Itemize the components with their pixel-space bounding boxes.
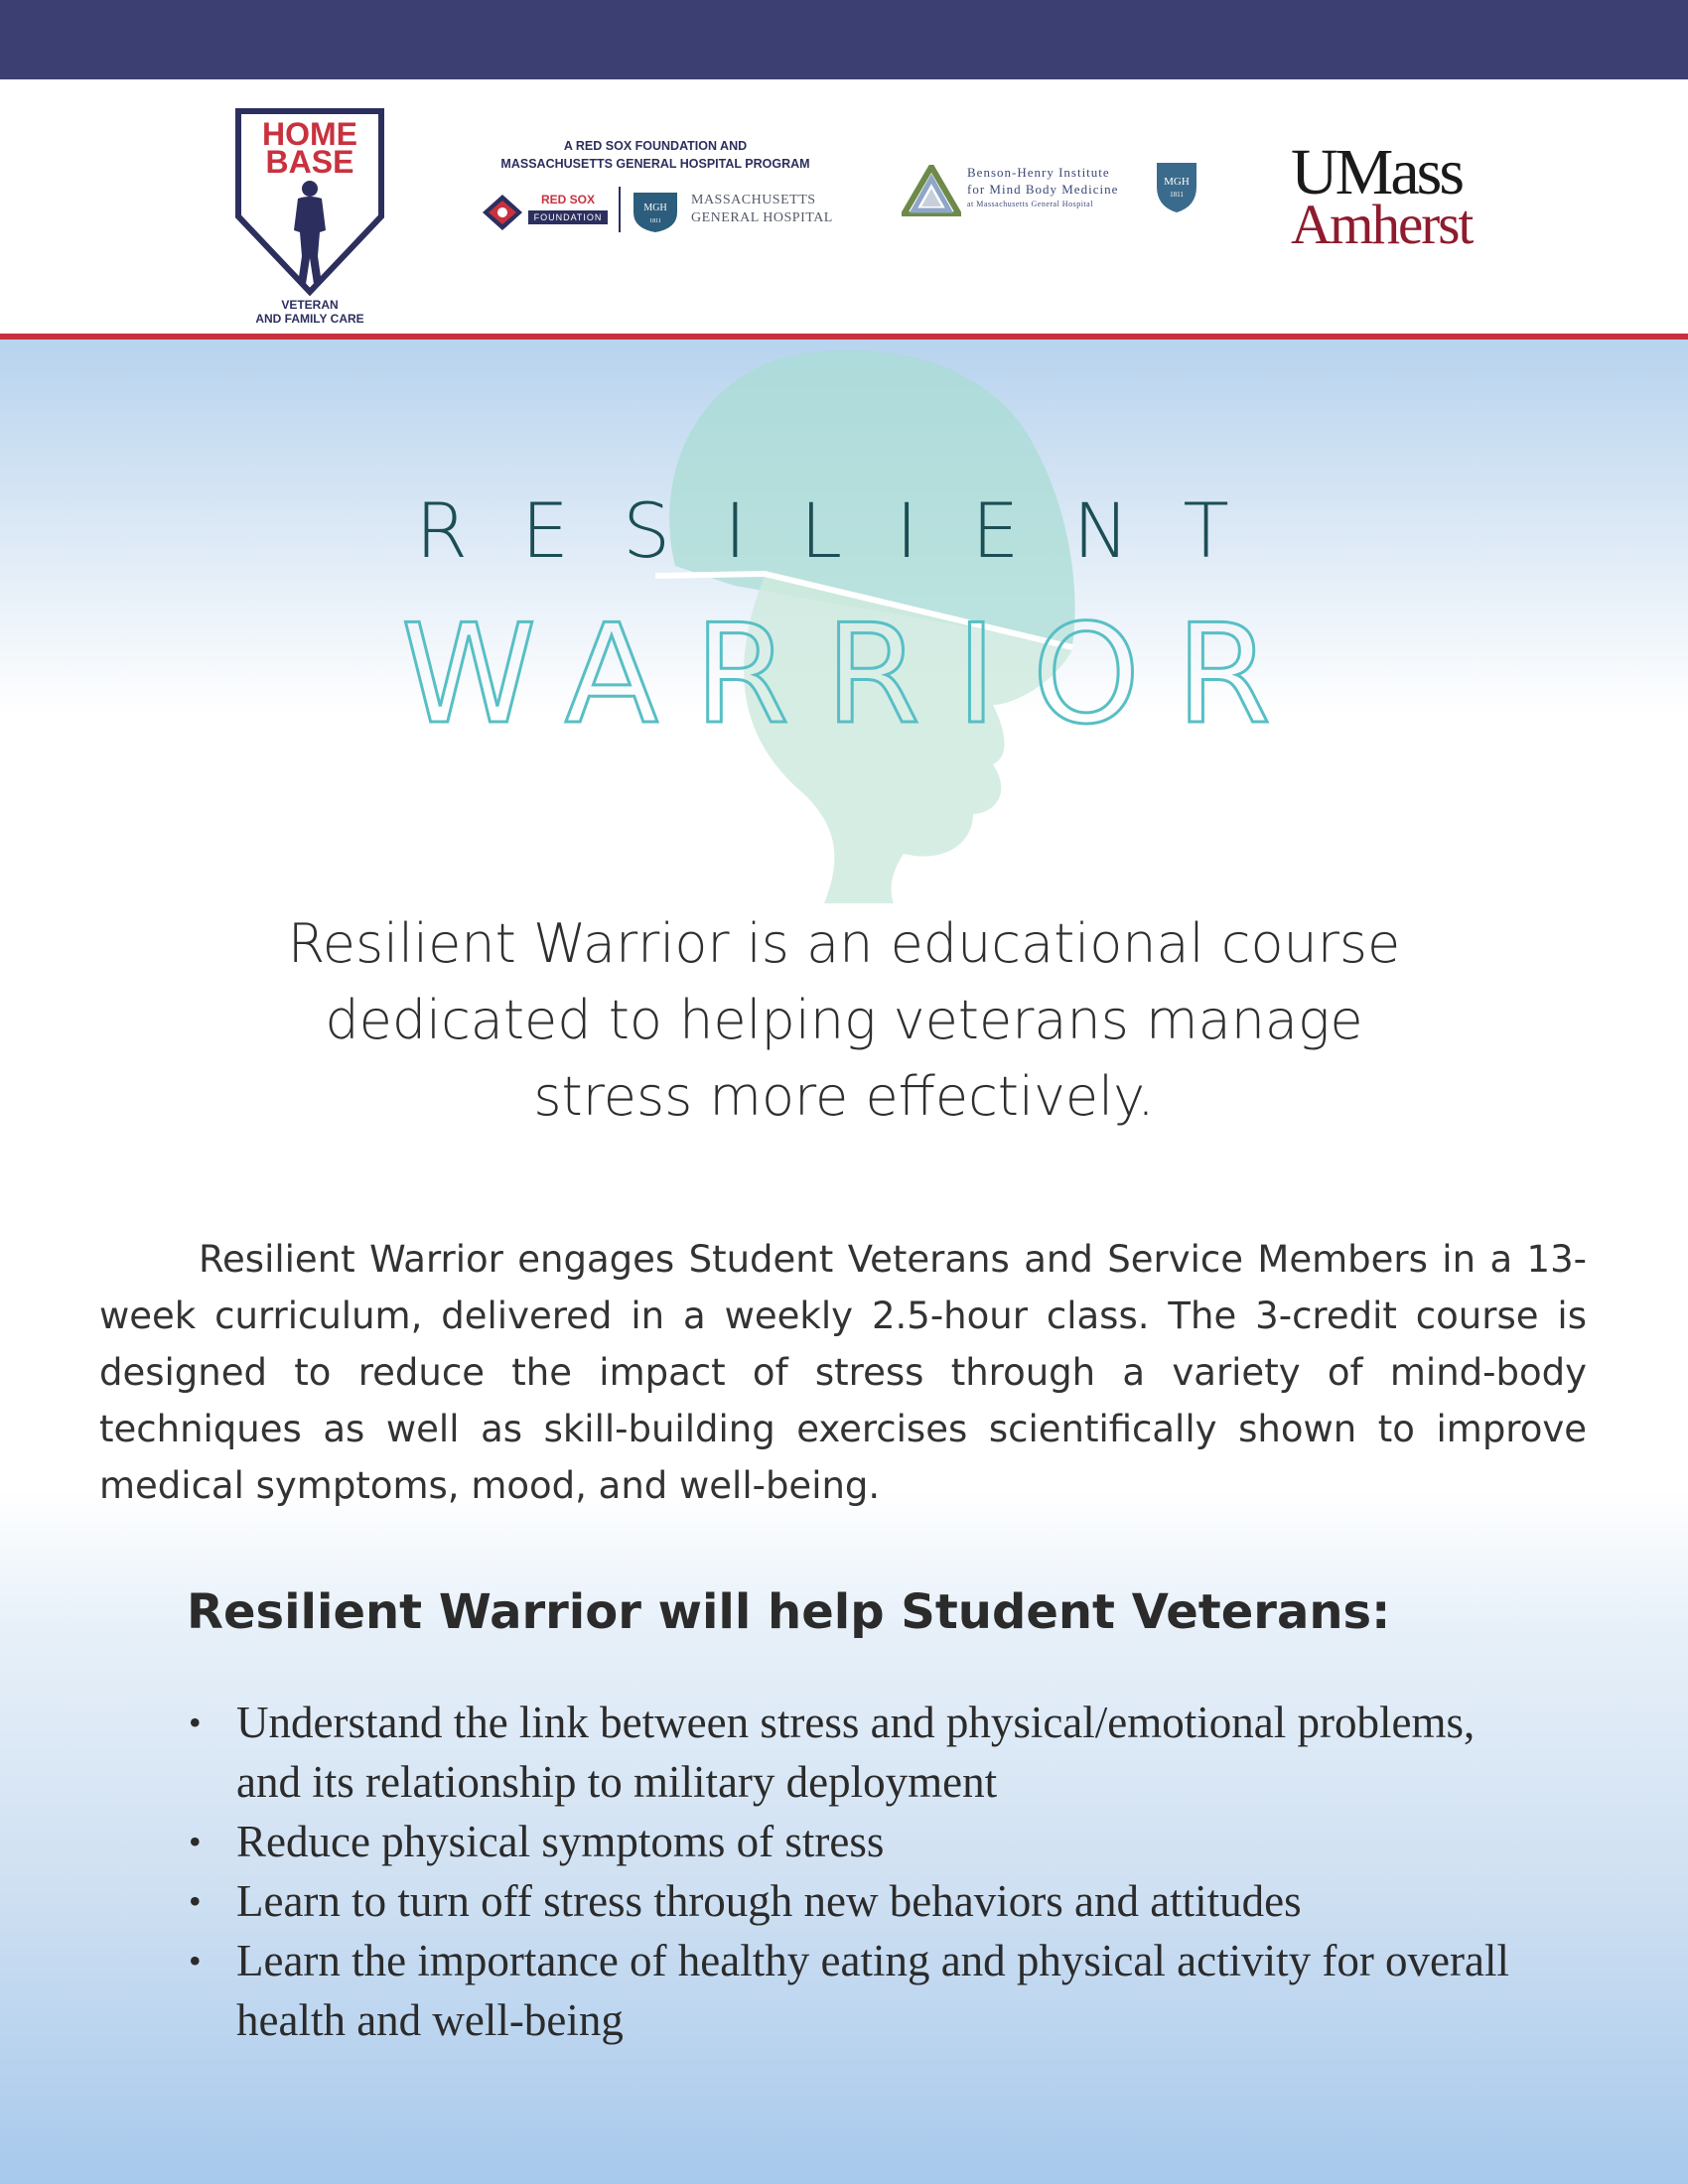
triangle-icon <box>902 165 961 216</box>
lead-line-1: Resilient Warrior is an educational cour… <box>287 912 1401 975</box>
lead-line-2: dedicated to helping veterans manage <box>325 989 1363 1051</box>
bullet-marker: • <box>189 1881 202 1921</box>
list-item-text: Learn to turn off stress through new beh… <box>236 1876 1302 1926</box>
bhi-name-line-1: Benson-Henry Institute <box>967 165 1110 180</box>
title-warrior: WARRIOR <box>399 595 1308 754</box>
program-line-2: MASSACHUSETTS GENERAL HOSPITAL PROGRAM <box>500 157 810 171</box>
title-resilient: RESILIENT <box>415 486 1283 575</box>
foundation-word: FOUNDATION <box>528 210 608 224</box>
program-line-1: A RED SOX FOUNDATION AND <box>563 139 748 153</box>
mgh-shield-text: MGH <box>643 203 666 213</box>
red-sox-word: RED SOX <box>540 193 595 206</box>
benefits-list: • Understand the link between stress and … <box>187 1693 1517 2050</box>
list-item: • Understand the link between stress and … <box>187 1693 1517 1812</box>
list-item-text: Reduce physical symptoms of stress <box>236 1817 885 1866</box>
list-item: • Learn to turn off stress through new be… <box>187 1871 1517 1931</box>
bhi-name-line-3: at Massachusetts General Hospital <box>967 200 1093 208</box>
lead-statement: Resilient Warrior is an educational cour… <box>199 905 1489 1135</box>
bullet-marker: • <box>189 1941 202 1980</box>
mgh-shield-year: 1811 <box>649 218 661 224</box>
list-item: • Reduce physical symptoms of stress <box>187 1812 1517 1871</box>
benson-henry-logo: Benson-Henry Institute for Mind Body Med… <box>902 159 1209 238</box>
bullet-marker: • <box>189 1822 202 1861</box>
bhi-name-line-2: for Mind Body Medicine <box>967 182 1119 197</box>
mgh-shield-icon: MGH 1811 <box>633 193 677 232</box>
home-base-word-base: BASE <box>265 144 354 180</box>
home-base-tagline: VETERAN <box>281 298 339 312</box>
bullet-marker: • <box>189 1703 202 1742</box>
mgh-name-line-1: MASSACHUSETTS <box>691 193 816 207</box>
course-description: Resilient Warrior engages Student Vetera… <box>99 1238 1587 1507</box>
home-base-tagline-2: AND FAMILY CARE <box>255 312 364 326</box>
list-item-text: Understand the link between stress and p… <box>236 1698 1476 1807</box>
header-divider <box>0 334 1688 340</box>
bhi-shield-text: MGH <box>1164 176 1190 188</box>
list-item-text: Learn the importance of healthy eating a… <box>236 1936 1509 2045</box>
benefits-heading: Resilient Warrior will help Student Vete… <box>187 1584 1391 1640</box>
red-sox-diamond-icon <box>483 195 522 230</box>
lead-line-3: stress more effectively. <box>533 1065 1155 1128</box>
amherst-word: Amherst <box>1291 194 1474 256</box>
logo-divider <box>619 187 621 232</box>
list-item: • Learn the importance of healthy eating … <box>187 1931 1517 2050</box>
bhi-shield-year: 1811 <box>1170 191 1184 199</box>
home-base-logo: HOME BASE VETERAN AND FAMILY CARE <box>234 107 385 332</box>
umass-amherst-logo: UMass Amherst <box>1291 140 1519 256</box>
mgh-name-line-2: GENERAL HOSPITAL <box>691 210 833 225</box>
mgh-shield-icon: MGH 1811 <box>1157 163 1196 212</box>
top-bar <box>0 0 1688 79</box>
red-sox-mgh-logo: A RED SOX FOUNDATION AND MASSACHUSETTS G… <box>477 135 854 244</box>
